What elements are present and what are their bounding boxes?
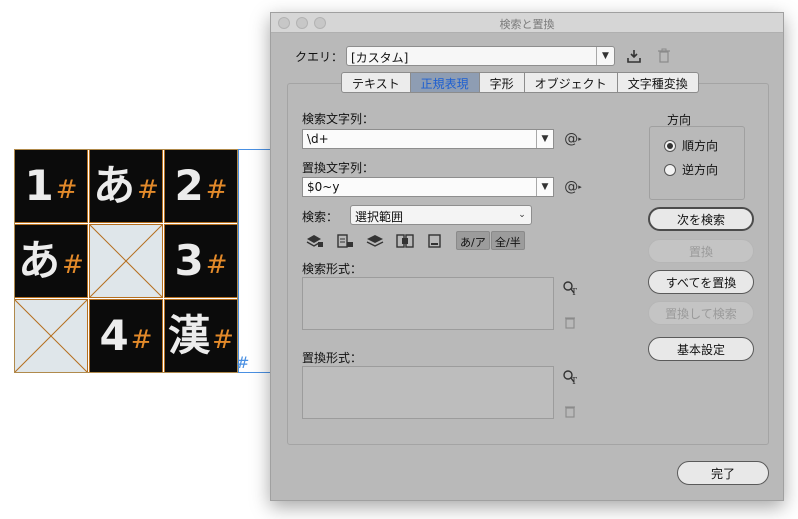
hidden-layers-icon[interactable]: [365, 232, 385, 250]
locked-layers-icon[interactable]: [305, 232, 325, 250]
fewer-options-button[interactable]: 基本設定: [648, 337, 754, 361]
find-what-value: \d+: [307, 132, 329, 146]
chevron-down-icon[interactable]: ▼: [536, 130, 553, 148]
clear-change-format-button[interactable]: [561, 402, 579, 420]
chevron-down-icon: ▼: [596, 47, 614, 65]
layers-lock-icon: [306, 235, 323, 247]
direction-forward-radio[interactable]: 順方向: [664, 137, 718, 154]
search-scope-value: 選択範囲: [355, 210, 404, 224]
selection-guide-top: [238, 149, 272, 150]
dialog-titlebar[interactable]: 検索と置換: [271, 13, 783, 33]
svg-text:T: T: [571, 377, 577, 385]
find-what-label: 検索文字列：: [302, 112, 375, 126]
at-sign-icon: @: [564, 179, 579, 195]
svg-text:T: T: [571, 288, 577, 296]
tab-grep[interactable]: 正規表現: [410, 72, 480, 93]
radio-selected-icon: [664, 139, 676, 152]
selection-guide-right: [238, 149, 239, 373]
text-frame-border: [14, 149, 238, 373]
direction-backward-label: 逆方向: [682, 163, 719, 177]
change-to-label: 置換文字列：: [302, 161, 375, 175]
special-characters-change-button[interactable]: @ ▸: [561, 178, 585, 196]
tab-object[interactable]: オブジェクト: [524, 72, 618, 93]
chevron-down-icon[interactable]: ▼: [536, 178, 553, 196]
kana-sensitive-toggle[interactable]: あ/ア: [456, 231, 490, 250]
tab-transliterate[interactable]: 文字種変換: [617, 72, 699, 93]
specify-find-format-button[interactable]: T: [561, 279, 579, 297]
locked-stories-icon[interactable]: [335, 232, 355, 250]
change-find-button[interactable]: 置換して検索: [648, 301, 754, 325]
direction-backward-radio[interactable]: 逆方向: [664, 161, 718, 178]
layers-icon: [366, 235, 384, 247]
width-sensitive-toggle[interactable]: 全/半: [491, 231, 525, 250]
format-search-icon: T: [563, 281, 577, 296]
selection-guide-bottom: [238, 372, 272, 373]
query-value: [カスタム]: [351, 51, 409, 65]
dialog-title: 検索と置換: [499, 18, 555, 31]
trash-icon: [565, 317, 575, 329]
delete-query-button[interactable]: [655, 47, 673, 65]
query-label: クエリ：: [295, 50, 344, 64]
specify-change-format-button[interactable]: T: [561, 368, 579, 386]
find-format-box[interactable]: [302, 277, 554, 330]
change-to-input[interactable]: $0~y ▼: [302, 177, 554, 197]
change-all-button[interactable]: すべてを置換: [648, 270, 754, 294]
change-button[interactable]: 置換: [648, 239, 754, 263]
find-format-label: 検索形式：: [302, 262, 363, 276]
trash-icon: [565, 406, 575, 418]
tab-glyph[interactable]: 字形: [479, 72, 525, 93]
special-characters-find-button[interactable]: @ ▸: [561, 130, 585, 148]
query-select[interactable]: [カスタム] ▼: [346, 46, 615, 66]
tab-text[interactable]: テキスト: [341, 72, 411, 93]
master-pages-icon[interactable]: [395, 232, 415, 250]
radio-unselected-icon: [664, 163, 676, 176]
footnotes-icon[interactable]: [425, 232, 445, 250]
mode-tabs: テキスト 正規表現 字形 オブジェクト 文字種変換: [341, 72, 699, 93]
search-scope-label: 検索：: [302, 210, 339, 224]
document-lock-icon: [337, 234, 353, 248]
chevron-down-icon: ⌄: [518, 210, 526, 220]
clear-find-format-button[interactable]: [561, 313, 579, 331]
done-button[interactable]: 完了: [677, 461, 769, 485]
spread-pages-icon: [396, 234, 414, 248]
overflow-hash-mark: #: [236, 353, 250, 372]
find-what-input[interactable]: \d+ ▼: [302, 129, 554, 149]
download-save-icon: [627, 50, 641, 63]
change-to-value: $0~y: [307, 180, 340, 194]
page-footnote-icon: [428, 234, 441, 248]
direction-forward-label: 順方向: [682, 139, 719, 153]
change-format-box[interactable]: [302, 366, 554, 419]
save-query-button[interactable]: [625, 47, 643, 65]
find-change-dialog: 検索と置換 クエリ： [カスタム] ▼ テキスト 正規表現 字形 オブジェクト …: [270, 12, 784, 501]
format-search-icon: T: [563, 370, 577, 385]
search-scope-select[interactable]: 選択範囲 ⌄: [350, 205, 532, 225]
at-sign-icon: @: [564, 131, 579, 147]
trash-icon: [658, 48, 670, 63]
change-format-label: 置換形式：: [302, 351, 363, 365]
find-next-button[interactable]: 次を検索: [648, 207, 754, 231]
artwork-grid: 1 # あ # 2 # あ # 3 # 4 # 漢 #: [14, 149, 238, 373]
